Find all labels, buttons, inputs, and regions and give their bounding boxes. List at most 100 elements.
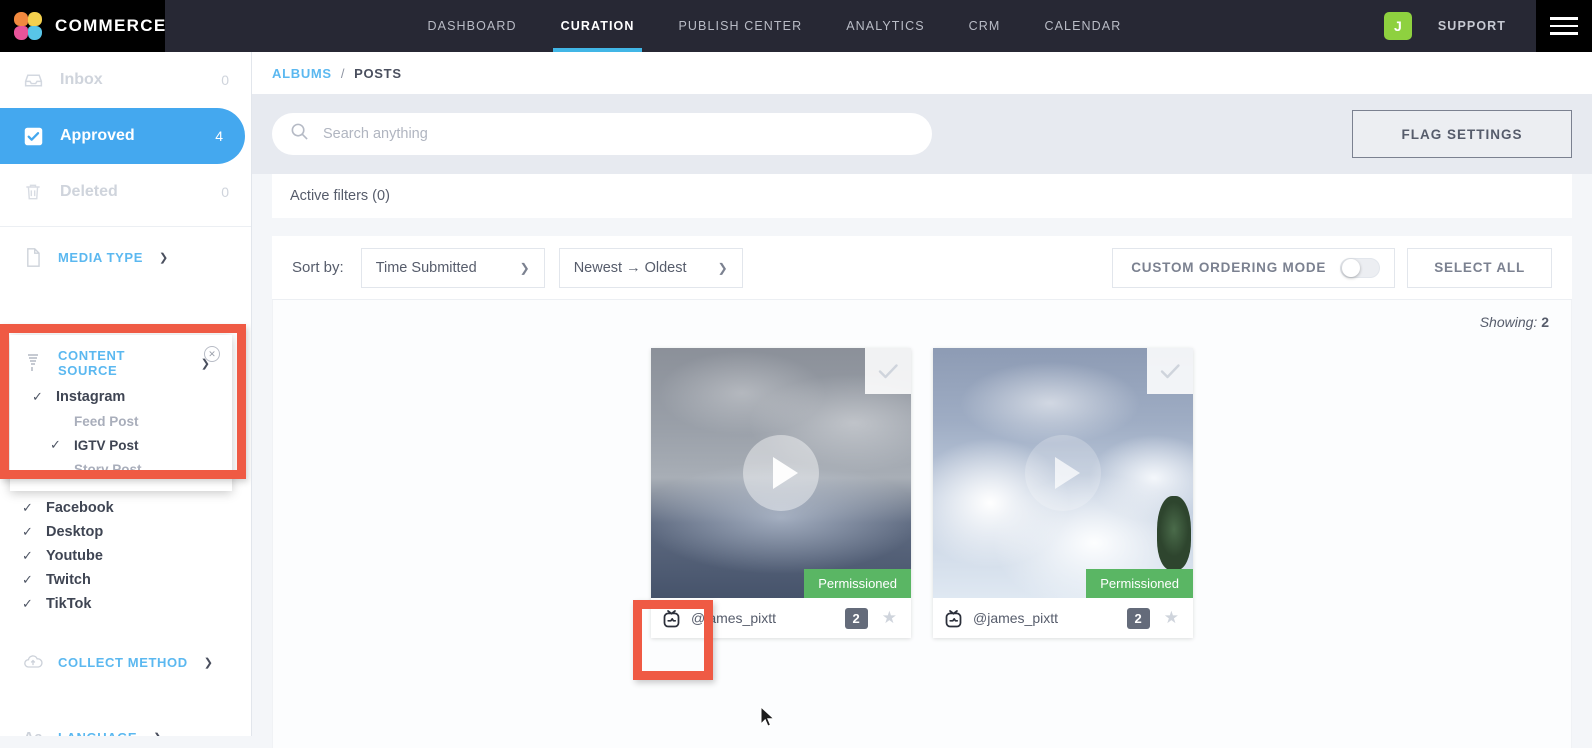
permission-badge: Permissioned (1086, 569, 1193, 598)
file-icon (22, 248, 44, 267)
hamburger-menu-icon[interactable] (1536, 0, 1592, 52)
breadcrumb: ALBUMS / POSTS (252, 52, 1592, 94)
check-icon: ✓ (22, 548, 36, 564)
toggle-switch[interactable] (1340, 258, 1380, 278)
post-author-handle[interactable]: @james_pixtt (691, 610, 837, 626)
search-box[interactable] (272, 113, 932, 155)
play-icon[interactable] (1025, 435, 1101, 511)
content-source-panel: CONTENT SOURCE ❯ ✕ ✓ Instagram Feed Post… (10, 335, 232, 491)
sidebar-item-inbox[interactable]: Inbox 0 (0, 52, 251, 108)
source-option-instagram[interactable]: ✓ Instagram (10, 385, 232, 409)
close-circle-icon[interactable]: ✕ (204, 346, 220, 362)
sort-order-select[interactable]: Newest → Oldest ❯ (559, 248, 743, 288)
star-icon[interactable]: ★ (1164, 608, 1179, 628)
filter-section-content-source[interactable]: CONTENT SOURCE ❯ (10, 341, 232, 385)
sort-field-select[interactable]: Time Submitted ❯ (361, 248, 545, 288)
filter-icon (22, 353, 44, 373)
media-type-label: MEDIA TYPE (58, 250, 143, 265)
source-option-story-post[interactable]: Story Post (10, 457, 232, 481)
nav-item-crm[interactable]: CRM (947, 0, 1023, 52)
sidebar-item-deleted-label: Deleted (60, 183, 205, 201)
post-card[interactable]: Permissioned @james_pixtt 2 ★ (651, 348, 911, 638)
filter-section-media-type[interactable]: MEDIA TYPE ❯ (0, 235, 251, 279)
source-option-twitch[interactable]: ✓ Twitch (0, 568, 252, 592)
nav-item-curation[interactable]: CURATION (539, 0, 657, 52)
chevron-down-icon[interactable]: ❯ (153, 731, 162, 737)
check-icon (876, 359, 900, 383)
source-option-feed-post[interactable]: Feed Post (10, 409, 232, 433)
filter-section-language[interactable]: Aa LANGUAGE ❯ (0, 715, 252, 736)
search-input[interactable] (323, 126, 914, 142)
nav-item-calendar[interactable]: CALENDAR (1022, 0, 1143, 52)
chevron-down-icon: ❯ (718, 261, 728, 275)
showing-count-label: Showing: 2 (1480, 314, 1549, 330)
post-select-checkbox[interactable] (865, 348, 911, 394)
source-option-facebook-label: Facebook (46, 500, 114, 516)
check-icon: ✓ (22, 524, 36, 540)
active-filters-bar[interactable]: Active filters (0) (272, 174, 1572, 218)
custom-ordering-mode-toggle[interactable]: CUSTOM ORDERING MODE (1112, 248, 1395, 288)
collect-method-label: COLLECT METHOD (58, 655, 188, 670)
source-option-youtube[interactable]: ✓ Youtube (0, 544, 252, 568)
other-source-list: ✓ Twitter ✓ Facebook ✓ Desktop ✓ Youtube… (0, 472, 252, 736)
sidebar-item-approved-label: Approved (60, 127, 199, 145)
brand-logo-area[interactable]: COMMERCE (0, 0, 165, 52)
breadcrumb-separator: / (341, 66, 345, 81)
sort-toolbar: Sort by: Time Submitted ❯ Newest → Oldes… (272, 236, 1572, 300)
inbox-icon (22, 70, 44, 91)
showing-number: 2 (1541, 314, 1549, 330)
post-thumbnail[interactable]: Permissioned (651, 348, 911, 598)
flag-settings-button[interactable]: FLAG SETTINGS (1352, 110, 1572, 158)
chevron-down-icon[interactable]: ❯ (159, 251, 168, 264)
sidebar-item-inbox-count: 0 (221, 72, 229, 88)
source-option-igtv-post-label: IGTV Post (74, 438, 139, 453)
sidebar-item-deleted[interactable]: Deleted 0 (0, 164, 251, 220)
posts-card-list: Permissioned @james_pixtt 2 ★ (273, 348, 1571, 638)
source-option-igtv-post[interactable]: ✓ IGTV Post (10, 433, 232, 457)
source-option-youtube-label: Youtube (46, 548, 103, 564)
breadcrumb-posts: POSTS (354, 66, 402, 81)
permission-badge: Permissioned (804, 569, 911, 598)
nav-right-area: J SUPPORT (1384, 0, 1592, 52)
check-icon: ✓ (22, 572, 36, 588)
post-thumbnail[interactable]: Permissioned (933, 348, 1193, 598)
custom-ordering-mode-label: CUSTOM ORDERING MODE (1131, 260, 1326, 275)
brand-name: COMMERCE (55, 16, 166, 36)
source-option-desktop[interactable]: ✓ Desktop (0, 520, 252, 544)
source-option-twitch-label: Twitch (46, 572, 91, 588)
check-icon: ✓ (50, 437, 64, 453)
sidebar: Inbox 0 Approved 4 Deleted 0 MEDIA TYPE (0, 52, 252, 736)
sidebar-item-approved[interactable]: Approved 4 (0, 108, 245, 164)
check-icon: ✓ (22, 596, 36, 612)
star-icon[interactable]: ★ (882, 608, 897, 628)
sort-by-label: Sort by: (292, 259, 344, 276)
nav-item-dashboard[interactable]: DASHBOARD (406, 0, 539, 52)
play-icon[interactable] (743, 435, 819, 511)
source-option-feed-post-label: Feed Post (74, 414, 139, 429)
chevron-down-icon: ❯ (520, 261, 530, 275)
post-media-foliage (1157, 496, 1191, 570)
breadcrumb-albums[interactable]: ALBUMS (272, 66, 332, 81)
post-author-handle[interactable]: @james_pixtt (973, 610, 1119, 626)
post-card[interactable]: Permissioned @james_pixtt 2 ★ (933, 348, 1193, 638)
igtv-icon (943, 608, 965, 629)
chevron-down-icon[interactable]: ❯ (204, 656, 213, 669)
post-media-count-badge: 2 (845, 608, 868, 629)
sidebar-item-approved-count: 4 (215, 128, 223, 144)
post-select-checkbox[interactable] (1147, 348, 1193, 394)
nav-item-analytics[interactable]: ANALYTICS (824, 0, 946, 52)
top-navigation-bar: COMMERCE DASHBOARD CURATION PUBLISH CENT… (0, 0, 1592, 52)
language-label: LANGUAGE (58, 730, 137, 737)
avatar[interactable]: J (1384, 12, 1412, 40)
source-option-desktop-label: Desktop (46, 524, 103, 540)
source-option-story-post-label: Story Post (74, 462, 142, 477)
source-option-tiktok[interactable]: ✓ TikTok (0, 592, 252, 616)
check-icon (1158, 359, 1182, 383)
nav-item-publish-center[interactable]: PUBLISH CENTER (656, 0, 824, 52)
main-content: ALBUMS / POSTS FLAG SETTINGS Active filt… (252, 52, 1592, 736)
filter-section-collect-method[interactable]: COLLECT METHOD ❯ (0, 640, 252, 684)
select-all-button[interactable]: SELECT ALL (1407, 248, 1552, 288)
support-link[interactable]: SUPPORT (1438, 19, 1506, 33)
check-icon: ✓ (32, 389, 46, 405)
source-option-facebook[interactable]: ✓ Facebook (0, 496, 252, 520)
